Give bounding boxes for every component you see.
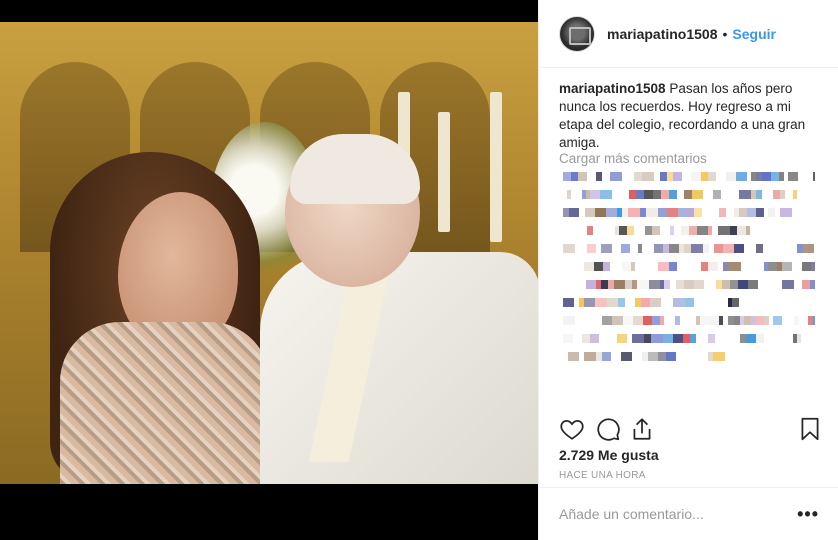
share-icon[interactable] bbox=[629, 416, 655, 442]
pixelated-comments bbox=[563, 172, 815, 410]
pixelated-comment-line bbox=[563, 190, 815, 199]
pixelated-comment-line bbox=[563, 316, 815, 325]
pixelated-comment-line bbox=[563, 172, 815, 181]
post-photo[interactable] bbox=[0, 22, 538, 484]
photo-woman-sweater bbox=[60, 322, 270, 484]
pixelated-comment-line bbox=[563, 208, 815, 217]
post-header: mariapatino1508 • Seguir bbox=[539, 0, 838, 68]
pixelated-comment-line bbox=[563, 352, 815, 361]
post-actions bbox=[559, 416, 821, 444]
pixelated-comment-line bbox=[563, 334, 815, 343]
load-more-comments-button[interactable]: Cargar más comentarios bbox=[559, 151, 707, 166]
more-options-icon[interactable]: ••• bbox=[797, 504, 819, 525]
follow-button[interactable]: Seguir bbox=[732, 26, 776, 42]
comment-icon[interactable] bbox=[595, 416, 621, 442]
add-comment-bar: ••• bbox=[539, 487, 838, 540]
photo-candle bbox=[490, 92, 502, 242]
header-separator: • bbox=[722, 25, 728, 42]
pixelated-comment-line bbox=[563, 262, 815, 271]
photo-candle bbox=[438, 112, 450, 232]
pixelated-comment-line bbox=[563, 370, 815, 379]
caption-username[interactable]: mariapatino1508 bbox=[559, 81, 666, 96]
bookmark-icon[interactable] bbox=[797, 416, 823, 442]
post-photo-pane bbox=[0, 0, 538, 540]
avatar[interactable] bbox=[559, 15, 595, 52]
pixelated-comment-line bbox=[563, 280, 815, 289]
post-caption: mariapatino1508 Pasan los años pero nunc… bbox=[559, 80, 823, 152]
comment-input[interactable] bbox=[559, 506, 784, 522]
likes-count[interactable]: 2.729 Me gusta bbox=[559, 447, 659, 463]
post-side-panel: mariapatino1508 • Seguir mariapatino1508… bbox=[538, 0, 838, 540]
pixelated-comment-line bbox=[563, 244, 815, 253]
header-username[interactable]: mariapatino1508 bbox=[607, 26, 718, 42]
photo-priest-robe bbox=[260, 252, 538, 484]
post-timestamp[interactable]: HACE UNA HORA bbox=[559, 470, 646, 481]
pixelated-comment-line bbox=[563, 226, 815, 235]
pixelated-comment-line bbox=[563, 298, 815, 307]
heart-icon[interactable] bbox=[559, 416, 585, 442]
